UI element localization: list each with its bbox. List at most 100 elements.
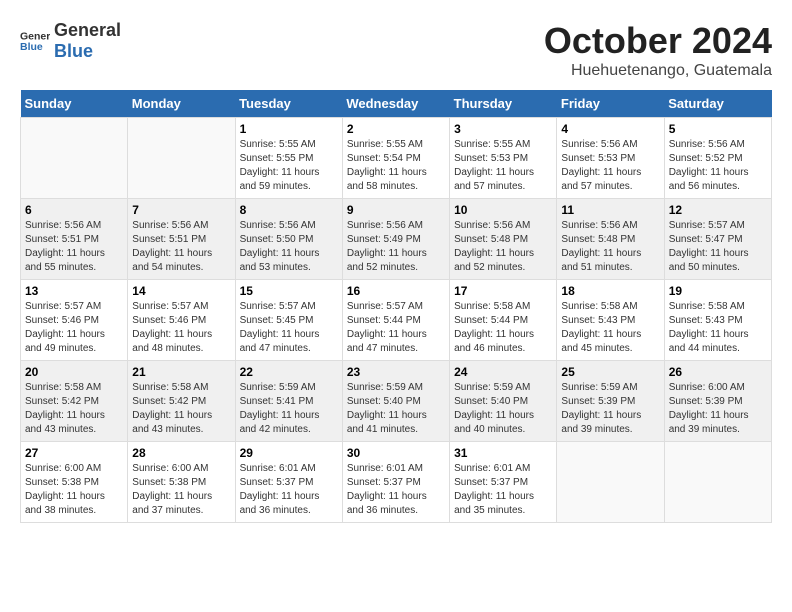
day-number: 31: [454, 446, 552, 460]
calendar-cell: 1Sunrise: 5:55 AMSunset: 5:55 PMDaylight…: [235, 118, 342, 199]
calendar-cell: 10 Sunrise: 5:56 AMSunset: 5:48 PMDayligh…: [450, 199, 557, 280]
day-info: Sunrise: 6:00 AMSunset: 5:38 PMDaylight:…: [132, 462, 230, 518]
day-info: Sunrise: 5:59 AMSunset: 5:40 PMDaylight:…: [454, 381, 552, 437]
calendar-cell: 5Sunrise: 5:56 AMSunset: 5:52 PMDaylight…: [664, 118, 771, 199]
day-number: 7: [132, 203, 230, 217]
calendar-header-row: SundayMondayTuesdayWednesdayThursdayFrid…: [21, 90, 772, 118]
weekday-header: Friday: [557, 90, 664, 118]
day-number: 16: [347, 284, 445, 298]
calendar-cell: 25Sunrise: 5:59 AMSunset: 5:39 PMDayligh…: [557, 361, 664, 442]
day-info: Sunrise: 5:57 AMSunset: 5:46 PMDaylight:…: [25, 300, 123, 356]
day-info: Sunrise: 5:59 AMSunset: 5:41 PMDaylight:…: [240, 381, 338, 437]
day-info: Sunrise: 5:56 AMSunset: 5:51 PMDaylight:…: [25, 219, 123, 275]
day-info: Sunrise: 5:59 AMSunset: 5:40 PMDaylight:…: [347, 381, 445, 437]
day-number: 14: [132, 284, 230, 298]
svg-text:Blue: Blue: [20, 41, 43, 53]
day-info: Sunrise: 5:58 AMSunset: 5:43 PMDaylight:…: [561, 300, 659, 356]
day-number: 27: [25, 446, 123, 460]
day-info: Sunrise: 5:57 AMSunset: 5:47 PMDaylight:…: [669, 219, 767, 275]
calendar-week-row: 6Sunrise: 5:56 AMSunset: 5:51 PMDaylight…: [21, 199, 772, 280]
day-info: Sunrise: 5:55 AMSunset: 5:53 PMDaylight:…: [454, 138, 552, 194]
calendar-cell: 20Sunrise: 5:58 AMSunset: 5:42 PMDayligh…: [21, 361, 128, 442]
day-number: 19: [669, 284, 767, 298]
calendar-cell: 24 Sunrise: 5:59 AMSunset: 5:40 PMDayligh…: [450, 361, 557, 442]
calendar-cell: [21, 118, 128, 199]
weekday-header: Thursday: [450, 90, 557, 118]
day-number: 28: [132, 446, 230, 460]
month-title: October 2024: [544, 20, 772, 62]
day-info: Sunrise: 5:57 AMSunset: 5:46 PMDaylight:…: [132, 300, 230, 356]
calendar-cell: 4Sunrise: 5:56 AMSunset: 5:53 PMDaylight…: [557, 118, 664, 199]
weekday-header: Tuesday: [235, 90, 342, 118]
calendar-cell: 2 Sunrise: 5:55 AMSunset: 5:54 PMDaylight…: [342, 118, 449, 199]
calendar-cell: 17 Sunrise: 5:58 AMSunset: 5:44 PMDayligh…: [450, 280, 557, 361]
calendar-table: SundayMondayTuesdayWednesdayThursdayFrid…: [20, 90, 772, 523]
day-number: 13: [25, 284, 123, 298]
day-number: 21: [132, 365, 230, 379]
logo-blue: Blue: [54, 41, 93, 61]
calendar-cell: 6Sunrise: 5:56 AMSunset: 5:51 PMDaylight…: [21, 199, 128, 280]
calendar-cell: 18 Sunrise: 5:58 AMSunset: 5:43 PMDayligh…: [557, 280, 664, 361]
day-number: 2: [347, 122, 445, 136]
day-number: 8: [240, 203, 338, 217]
day-number: 26: [669, 365, 767, 379]
day-info: Sunrise: 5:59 AMSunset: 5:39 PMDaylight:…: [561, 381, 659, 437]
day-info: Sunrise: 5:57 AMSunset: 5:44 PMDaylight:…: [347, 300, 445, 356]
weekday-header: Saturday: [664, 90, 771, 118]
calendar-week-row: 20Sunrise: 5:58 AMSunset: 5:42 PMDayligh…: [21, 361, 772, 442]
day-info: Sunrise: 5:56 AMSunset: 5:48 PMDaylight:…: [454, 219, 552, 275]
day-info: Sunrise: 5:56 AMSunset: 5:48 PMDaylight:…: [561, 219, 659, 275]
calendar-cell: 27 Sunrise: 6:00 AMSunset: 5:38 PMDayligh…: [21, 442, 128, 523]
day-info: Sunrise: 5:56 AMSunset: 5:52 PMDaylight:…: [669, 138, 767, 194]
day-number: 4: [561, 122, 659, 136]
day-info: Sunrise: 5:55 AMSunset: 5:54 PMDaylight:…: [347, 138, 445, 194]
calendar-cell: 16 Sunrise: 5:57 AMSunset: 5:44 PMDayligh…: [342, 280, 449, 361]
day-number: 18: [561, 284, 659, 298]
day-number: 1: [240, 122, 338, 136]
calendar-cell: [128, 118, 235, 199]
day-info: Sunrise: 5:57 AMSunset: 5:45 PMDaylight:…: [240, 300, 338, 356]
day-number: 22: [240, 365, 338, 379]
calendar-cell: 29Sunrise: 6:01 AMSunset: 5:37 PMDayligh…: [235, 442, 342, 523]
day-info: Sunrise: 5:56 AMSunset: 5:49 PMDaylight:…: [347, 219, 445, 275]
weekday-header: Wednesday: [342, 90, 449, 118]
calendar-week-row: 1Sunrise: 5:55 AMSunset: 5:55 PMDaylight…: [21, 118, 772, 199]
calendar-cell: 7Sunrise: 5:56 AMSunset: 5:51 PMDaylight…: [128, 199, 235, 280]
calendar-cell: 8 Sunrise: 5:56 AMSunset: 5:50 PMDaylight…: [235, 199, 342, 280]
day-info: Sunrise: 5:56 AMSunset: 5:50 PMDaylight:…: [240, 219, 338, 275]
calendar-cell: 19Sunrise: 5:58 AMSunset: 5:43 PMDayligh…: [664, 280, 771, 361]
day-number: 11: [561, 203, 659, 217]
calendar-cell: [557, 442, 664, 523]
day-number: 10: [454, 203, 552, 217]
calendar-cell: 21Sunrise: 5:58 AMSunset: 5:42 PMDayligh…: [128, 361, 235, 442]
calendar-cell: 3 Sunrise: 5:55 AMSunset: 5:53 PMDaylight…: [450, 118, 557, 199]
weekday-header: Sunday: [21, 90, 128, 118]
day-info: Sunrise: 5:58 AMSunset: 5:42 PMDaylight:…: [25, 381, 123, 437]
calendar-cell: 13 Sunrise: 5:57 AMSunset: 5:46 PMDayligh…: [21, 280, 128, 361]
day-info: Sunrise: 5:58 AMSunset: 5:44 PMDaylight:…: [454, 300, 552, 356]
day-number: 30: [347, 446, 445, 460]
calendar-cell: 15 Sunrise: 5:57 AMSunset: 5:45 PMDayligh…: [235, 280, 342, 361]
calendar-cell: 11 Sunrise: 5:56 AMSunset: 5:48 PMDayligh…: [557, 199, 664, 280]
calendar-cell: 22 Sunrise: 5:59 AMSunset: 5:41 PMDayligh…: [235, 361, 342, 442]
weekday-header: Monday: [128, 90, 235, 118]
calendar-cell: 9Sunrise: 5:56 AMSunset: 5:49 PMDaylight…: [342, 199, 449, 280]
logo-general: General: [54, 20, 121, 40]
day-number: 29: [240, 446, 338, 460]
calendar-cell: 26 Sunrise: 6:00 AMSunset: 5:39 PMDayligh…: [664, 361, 771, 442]
day-number: 15: [240, 284, 338, 298]
day-number: 24: [454, 365, 552, 379]
calendar-cell: 30Sunrise: 6:01 AMSunset: 5:37 PMDayligh…: [342, 442, 449, 523]
calendar-cell: 12 Sunrise: 5:57 AMSunset: 5:47 PMDayligh…: [664, 199, 771, 280]
title-block: October 2024 Huehuetenango, Guatemala: [544, 20, 772, 80]
calendar-cell: 23Sunrise: 5:59 AMSunset: 5:40 PMDayligh…: [342, 361, 449, 442]
calendar-cell: 14 Sunrise: 5:57 AMSunset: 5:46 PMDayligh…: [128, 280, 235, 361]
day-number: 3: [454, 122, 552, 136]
day-info: Sunrise: 6:00 AMSunset: 5:39 PMDaylight:…: [669, 381, 767, 437]
day-number: 17: [454, 284, 552, 298]
day-number: 12: [669, 203, 767, 217]
day-info: Sunrise: 6:00 AMSunset: 5:38 PMDaylight:…: [25, 462, 123, 518]
logo: General Blue General Blue: [20, 20, 121, 62]
logo-icon: General Blue: [20, 26, 50, 56]
page-header: General Blue General Blue October 2024 H…: [20, 20, 772, 80]
